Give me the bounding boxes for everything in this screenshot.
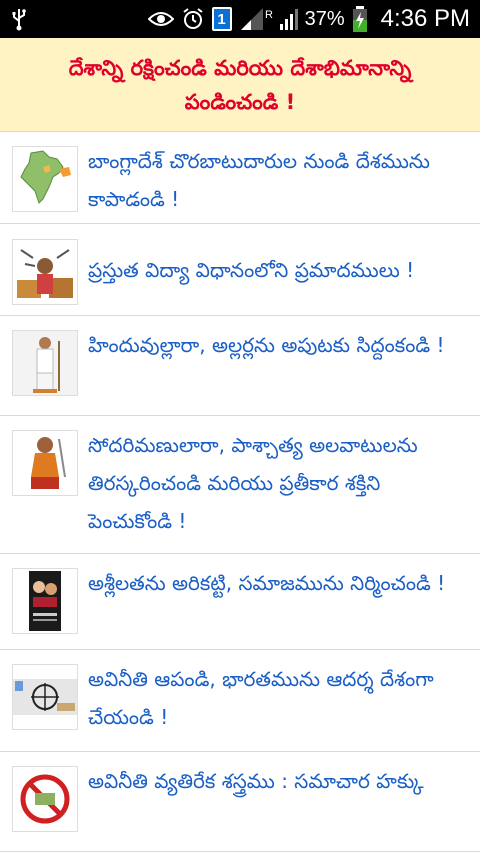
list-item[interactable]: బాంగ్లాదేశ్ చొరబాటుదారుల నుండి దేశమును క…	[0, 132, 480, 224]
item-title: హిందువుల్లారా, అల్లర్లను అపుటకు సిద్దంకం…	[88, 333, 445, 357]
roaming-indicator: R	[265, 9, 273, 21]
leader-standing-thumbnail	[12, 330, 78, 396]
sim-badge: 1	[211, 7, 232, 31]
clock-time: 4:36 PM	[380, 5, 470, 32]
status-bar: 1 R 37% 4:36 PM	[0, 0, 480, 38]
signal-strength-icon	[279, 8, 298, 30]
header-banner: దేశాన్ని రక్షించండి మరియు దేశాభిమానాన్ని…	[0, 38, 480, 132]
alarm-icon	[181, 7, 205, 31]
corruption-thumbnail	[12, 664, 78, 730]
list-item[interactable]: అవినీతి ఆపండి, భారతమును ఆదర్శ దేశంగా చేయ…	[0, 650, 480, 752]
banner-title: దేశాన్ని రక్షించండి మరియు దేశాభిమానాన్ని…	[68, 55, 412, 114]
list-item[interactable]: అశ్లీలతను అరికట్టి, సమాజమును నిర్మించండి…	[0, 554, 480, 650]
poster-thumbnail	[12, 568, 78, 634]
warrior-woman-thumbnail	[12, 430, 78, 496]
eye-icon	[147, 10, 174, 28]
item-title: అశ్లీలతను అరికట్టి, సమాజమును నిర్మించండి…	[88, 571, 446, 595]
signal-icon: R	[239, 6, 273, 32]
student-books-thumbnail	[12, 238, 78, 305]
item-title: ప్రస్తుత విద్యా విధానంలోని ప్రమాదములు !	[88, 257, 415, 282]
india-map-thumbnail	[12, 146, 78, 212]
item-title: సోదరిమణులారా, పాశ్చాత్య అలవాటులను తిరస్క…	[88, 433, 418, 533]
usb-icon	[10, 7, 28, 31]
item-title: అవినీతి వ్యతిరేక శస్త్రము : సమాచార హక్కు	[88, 769, 424, 793]
battery-percent: 37%	[304, 7, 345, 30]
item-title: అవినీతి ఆపండి, భారతమును ఆదర్శ దేశంగా చేయ…	[88, 667, 434, 729]
article-list: బాంగ్లాదేశ్ చొరబాటుదారుల నుండి దేశమును క…	[0, 132, 480, 852]
status-bar-left	[10, 7, 28, 31]
item-title: బాంగ్లాదేశ్ చొరబాటుదారుల నుండి దేశమును క…	[88, 149, 430, 211]
battery-charging-icon	[352, 5, 368, 33]
list-item[interactable]: ప్రస్తుత విద్యా విధానంలోని ప్రమాదములు !	[0, 224, 480, 316]
status-bar-right: 1 R 37% 4:36 PM	[147, 5, 470, 33]
list-item[interactable]: హిందువుల్లారా, అల్లర్లను అపుటకు సిద్దంకం…	[0, 316, 480, 416]
list-item[interactable]: సోదరిమణులారా, పాశ్చాత్య అలవాటులను తిరస్క…	[0, 416, 480, 554]
anti-corruption-thumbnail	[12, 766, 78, 832]
list-item[interactable]: అవినీతి వ్యతిరేక శస్త్రము : సమాచార హక్కు	[0, 752, 480, 852]
